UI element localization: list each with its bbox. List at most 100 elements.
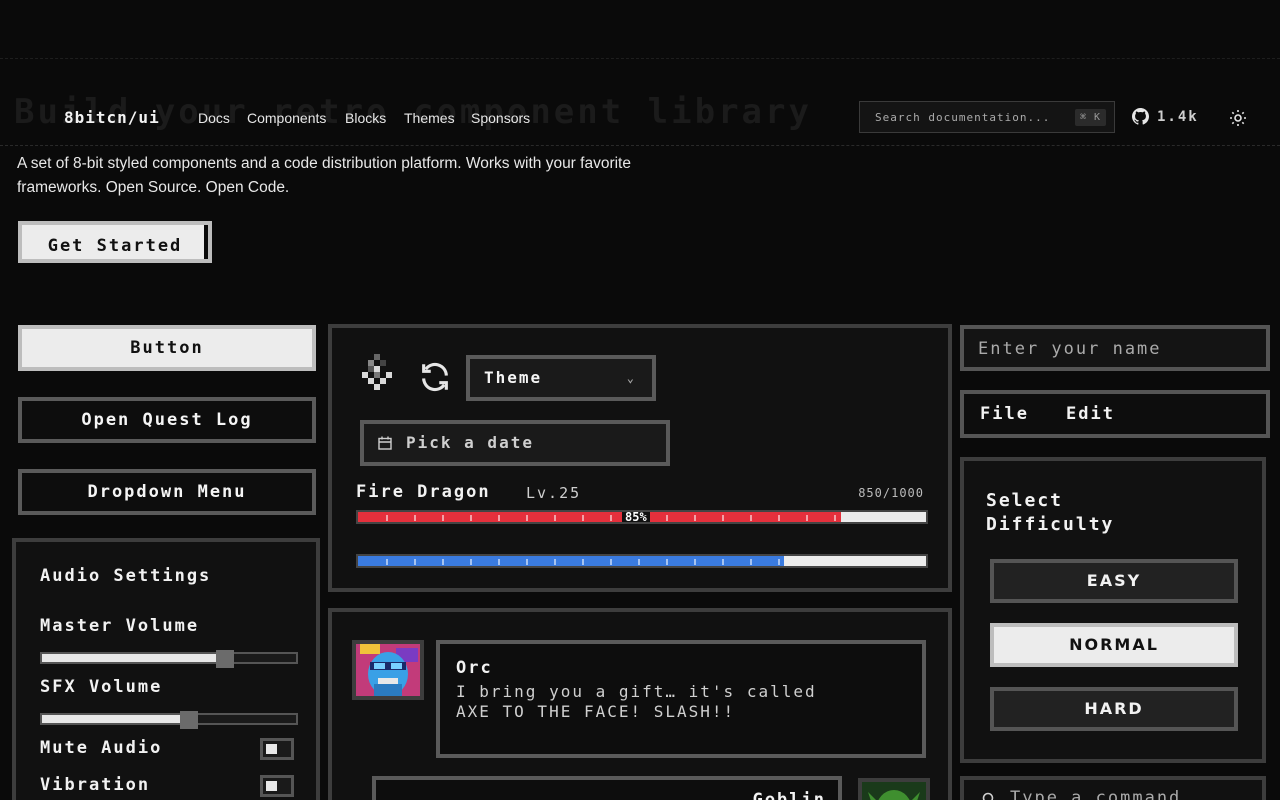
search-input[interactable]: Search documentation... ⌘ K	[859, 101, 1115, 133]
master-volume-label: Master Volume	[40, 616, 200, 636]
pixel-logo-icon	[362, 354, 392, 390]
bar-tick	[526, 515, 528, 521]
navbar: 8bitcn/ui Docs Components Blocks Themes …	[0, 88, 1280, 146]
hero-description: A set of 8-bit styled components and a c…	[17, 155, 631, 196]
mana-fill	[358, 556, 784, 566]
bar-tick	[470, 559, 472, 565]
open-quest-log-button[interactable]: Open Quest Log	[18, 397, 316, 443]
dialog-panel: Orc I bring you a gift… it's called AXE …	[328, 608, 952, 800]
github-icon	[1132, 108, 1149, 125]
bar-tick	[386, 515, 388, 521]
nav-link-sponsors[interactable]: Sponsors	[471, 110, 530, 126]
github-link[interactable]: 1.4k	[1132, 108, 1199, 125]
bar-tick	[610, 559, 612, 565]
bar-tick	[666, 515, 668, 521]
theme-select[interactable]: Theme ⌄	[466, 355, 656, 401]
date-picker-placeholder: Pick a date	[406, 433, 534, 452]
bar-tick	[498, 559, 500, 565]
sfx-volume-thumb[interactable]	[180, 711, 198, 729]
bar-tick	[778, 559, 780, 565]
controls-panel: Theme ⌄ Pick a date Fire Dragon Lv.25 85…	[328, 324, 952, 592]
bar-tick	[610, 515, 612, 521]
boss-health-bar: 85%	[356, 510, 928, 524]
nav-link-docs[interactable]: Docs	[198, 110, 230, 126]
bar-tick	[722, 559, 724, 565]
top-divider	[0, 58, 1280, 59]
difficulty-title: Select Difficulty	[986, 490, 1115, 535]
boss-hp-text: 850/1000	[858, 486, 924, 500]
bar-tick	[414, 515, 416, 521]
bar-tick	[750, 559, 752, 565]
orc-speech-bubble: Orc I bring you a gift… it's called AXE …	[436, 640, 926, 758]
mute-audio-label: Mute Audio	[40, 738, 163, 758]
bar-tick	[442, 559, 444, 565]
nav-link-blocks[interactable]: Blocks	[345, 110, 386, 126]
name-input[interactable]: Enter your name	[960, 325, 1270, 371]
bar-tick	[666, 559, 668, 565]
bar-tick	[414, 559, 416, 565]
bar-tick	[638, 559, 640, 565]
menu-edit[interactable]: Edit	[1066, 404, 1115, 424]
name-input-placeholder: Enter your name	[978, 339, 1162, 359]
dropdown-menu-button[interactable]: Dropdown Menu	[18, 469, 316, 515]
difficulty-hard-button[interactable]: HARD	[990, 687, 1238, 731]
orc-avatar	[352, 640, 424, 700]
bar-tick	[722, 515, 724, 521]
nav-link-components[interactable]: Components	[247, 110, 326, 126]
next-dialog-speaker: Goblin	[752, 790, 826, 800]
boss-level: Lv.25	[526, 484, 582, 502]
nav-link-themes[interactable]: Themes	[404, 110, 455, 126]
mute-audio-toggle[interactable]	[260, 738, 294, 760]
difficulty-easy-button[interactable]: EASY	[990, 559, 1238, 603]
bar-tick	[498, 515, 500, 521]
audio-settings-panel: Audio Settings Master Volume SFX Volume …	[12, 538, 320, 800]
refresh-icon[interactable]	[418, 360, 452, 394]
sfx-volume-slider[interactable]	[40, 711, 298, 729]
bar-tick	[778, 515, 780, 521]
sfx-volume-label: SFX Volume	[40, 677, 163, 697]
dialog-text: I bring you a gift… it's called AXE TO T…	[456, 682, 817, 721]
audio-settings-title: Audio Settings	[40, 566, 212, 586]
sfx-volume-fill	[42, 715, 189, 723]
chevron-down-icon: ⌄	[626, 371, 636, 385]
search-placeholder: Search documentation...	[875, 111, 1051, 124]
vibration-toggle[interactable]	[260, 775, 294, 797]
get-started-button[interactable]: Get Started	[18, 221, 212, 263]
boss-health-percent: 85%	[622, 512, 650, 522]
button-demo[interactable]: Button	[18, 325, 316, 371]
difficulty-normal-button[interactable]: NORMAL	[990, 623, 1238, 667]
bar-tick	[386, 559, 388, 565]
mana-bar	[356, 554, 928, 568]
master-volume-slider[interactable]	[40, 650, 298, 668]
menu-file[interactable]: File	[980, 404, 1029, 424]
command-input[interactable]: Type a command	[960, 776, 1266, 800]
master-volume-thumb[interactable]	[216, 650, 234, 668]
bar-tick	[526, 559, 528, 565]
vibration-label: Vibration	[40, 775, 151, 795]
bar-tick	[582, 515, 584, 521]
boss-name: Fire Dragon	[356, 482, 491, 502]
command-placeholder: Type a command	[1010, 788, 1182, 800]
boss-health-fill	[358, 512, 841, 522]
date-picker-button[interactable]: Pick a date	[360, 420, 670, 466]
github-stars: 1.4k	[1157, 108, 1199, 125]
bar-tick	[554, 559, 556, 565]
bar-tick	[750, 515, 752, 521]
goblin-avatar	[858, 778, 930, 800]
search-shortcut: ⌘ K	[1074, 109, 1106, 126]
dialog-speaker: Orc	[456, 658, 493, 678]
bar-tick	[694, 515, 696, 521]
sun-icon	[1230, 110, 1246, 126]
master-volume-fill	[42, 654, 225, 662]
bar-tick	[806, 515, 808, 521]
search-icon	[982, 792, 994, 800]
site-logo[interactable]: 8bitcn/ui	[64, 108, 160, 127]
menubar: File Edit	[960, 390, 1270, 438]
goblin-speech-bubble: Goblin	[372, 776, 842, 800]
calendar-icon	[378, 436, 392, 450]
bar-tick	[694, 559, 696, 565]
bar-tick	[554, 515, 556, 521]
bar-tick	[442, 515, 444, 521]
theme-toggle-button[interactable]	[1230, 110, 1246, 130]
bar-tick	[834, 515, 836, 521]
